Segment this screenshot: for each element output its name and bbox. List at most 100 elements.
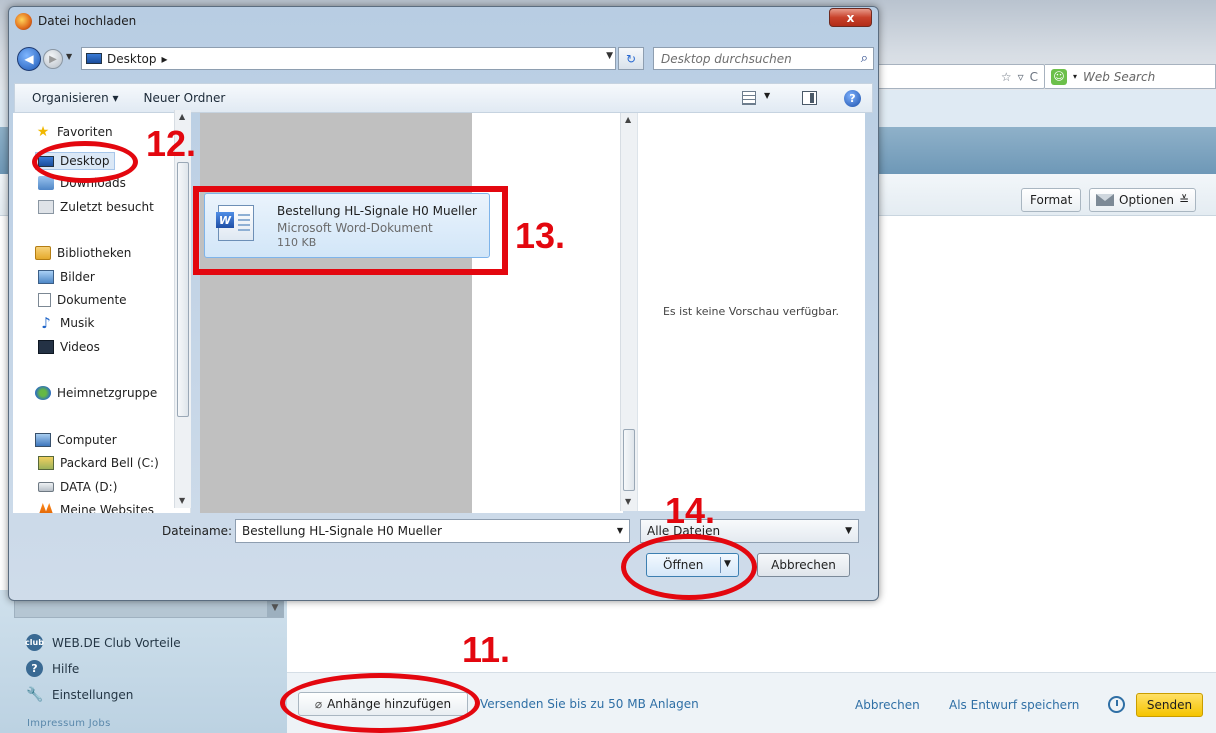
view-options-icon[interactable] bbox=[742, 91, 756, 105]
close-button[interactable]: x bbox=[829, 8, 872, 27]
sidebar-item-label: Einstellungen bbox=[52, 688, 134, 702]
nav-label: Bibliotheken bbox=[57, 246, 132, 260]
search-placeholder: Desktop durchsuchen bbox=[661, 51, 792, 66]
web-search-bar[interactable]: ☺ ▾ Web Search bbox=[1045, 64, 1216, 89]
music-icon: ♪ bbox=[41, 314, 51, 332]
scroll-thumb[interactable] bbox=[623, 429, 635, 491]
chevron-down-icon[interactable]: ▼ bbox=[267, 599, 283, 617]
url-bar[interactable]: ☆ ▿ C bbox=[873, 64, 1045, 89]
dropdown-arrow-icon[interactable]: ▿ bbox=[1018, 70, 1024, 84]
websites-icon bbox=[38, 503, 54, 513]
filename-value: Bestellung HL-Signale H0 Mueller bbox=[242, 524, 442, 538]
nav-label: Bilder bbox=[60, 270, 95, 284]
sidebar-footer-links[interactable]: Impressum Jobs bbox=[27, 718, 111, 729]
paperclip-icon: ⌀ bbox=[314, 697, 323, 711]
attachment-limit-link[interactable]: Versenden Sie bis zu 50 MB Anlagen bbox=[480, 697, 699, 711]
bookmark-star-icon[interactable]: ☆ bbox=[1001, 70, 1012, 84]
nav-documents[interactable]: Dokumente bbox=[38, 293, 127, 307]
chevron-down-icon[interactable]: ▼ bbox=[764, 91, 770, 100]
sidebar-item-label: Hilfe bbox=[52, 661, 80, 676]
chevron-down-icon[interactable]: ▼ bbox=[845, 526, 852, 536]
nav-websites[interactable]: Meine Websites bbox=[38, 503, 154, 513]
history-dropdown-icon[interactable]: ▼ bbox=[66, 52, 72, 61]
nav-downloads[interactable]: Downloads bbox=[38, 176, 126, 190]
downloads-icon bbox=[38, 176, 54, 190]
address-desktop[interactable]: Desktop bbox=[107, 52, 157, 66]
drive-icon bbox=[38, 456, 54, 470]
help-icon[interactable]: ? bbox=[844, 90, 861, 107]
nav-favorites[interactable]: ★ Favoriten bbox=[35, 125, 113, 139]
sidebar-item-club[interactable]: club WEB.DE Club Vorteile bbox=[25, 634, 181, 651]
navigation-pane: ★ Favoriten Desktop Downloads Zuletzt bes… bbox=[13, 113, 191, 513]
split-divider bbox=[720, 557, 721, 573]
nav-videos[interactable]: Videos bbox=[38, 340, 100, 354]
save-draft-link[interactable]: Als Entwurf speichern bbox=[949, 698, 1079, 712]
preview-pane-icon[interactable] bbox=[802, 91, 817, 105]
nav-libraries[interactable]: Bibliotheken bbox=[35, 246, 131, 260]
filename-input[interactable]: Bestellung HL-Signale H0 Mueller ▼ bbox=[235, 519, 630, 543]
add-attachment-button[interactable]: ⌀ Anhänge hinzufügen bbox=[298, 692, 468, 716]
cancel-link[interactable]: Abbrechen bbox=[855, 698, 920, 712]
breadcrumb-arrow-icon[interactable]: ▸ bbox=[162, 52, 168, 66]
scroll-up-icon[interactable]: ▲ bbox=[625, 115, 631, 124]
dropdown-arrow-icon[interactable]: ▾ bbox=[1073, 72, 1077, 81]
sidebar-select[interactable]: ▼ bbox=[14, 598, 284, 618]
recent-places-icon bbox=[38, 200, 54, 214]
clock-icon[interactable] bbox=[1108, 696, 1125, 713]
optionen-button[interactable]: Optionen ≚ bbox=[1089, 188, 1197, 212]
organize-button[interactable]: Organisieren ▾ bbox=[32, 91, 119, 105]
search-engine-icon[interactable]: ☺ bbox=[1051, 68, 1067, 85]
chevron-down-icon[interactable]: ▼ bbox=[606, 51, 613, 61]
refresh-button[interactable]: ↻ bbox=[618, 47, 644, 70]
nav-label: Zuletzt besucht bbox=[60, 200, 154, 214]
star-icon: ★ bbox=[36, 124, 50, 140]
reload-icon[interactable]: C bbox=[1030, 70, 1038, 84]
nav-computer[interactable]: Computer bbox=[35, 433, 117, 447]
dialog-toolbar: Organisieren ▾ Neuer Ordner ▼ ? bbox=[14, 83, 873, 113]
videos-icon bbox=[38, 340, 54, 354]
nav-scrollbar[interactable]: ▲ ▼ bbox=[174, 110, 191, 508]
file-list-column bbox=[200, 113, 472, 513]
nav-recent[interactable]: Zuletzt besucht bbox=[38, 200, 154, 214]
file-item[interactable]: W Bestellung HL-Signale H0 Mueller Micro… bbox=[204, 193, 490, 258]
scroll-down-icon[interactable]: ▼ bbox=[625, 497, 631, 506]
computer-icon bbox=[35, 433, 51, 447]
sidebar-item-help[interactable]: ? Hilfe bbox=[26, 660, 79, 677]
folder-search-input[interactable]: Desktop durchsuchen ⌕ bbox=[653, 47, 874, 70]
back-button[interactable]: ◀ bbox=[17, 47, 41, 71]
nav-label: Musik bbox=[60, 316, 95, 330]
nav-label: Favoriten bbox=[57, 125, 113, 139]
desktop-icon bbox=[86, 53, 102, 64]
nav-label: Desktop bbox=[60, 154, 110, 168]
scroll-up-icon[interactable]: ▲ bbox=[179, 112, 185, 121]
file-name: Bestellung HL-Signale H0 Mueller bbox=[277, 204, 477, 218]
nav-desktop[interactable]: Desktop bbox=[35, 152, 115, 170]
nav-label: DATA (D:) bbox=[60, 480, 118, 494]
chevron-down-icon: ≚ bbox=[1179, 193, 1190, 207]
file-scrollbar[interactable]: ▲ ▼ bbox=[620, 113, 637, 511]
chevron-down-icon[interactable]: ▼ bbox=[724, 559, 731, 569]
search-icon[interactable]: ⌕ bbox=[861, 51, 868, 66]
file-size: 110 KB bbox=[277, 236, 317, 249]
club-icon: club bbox=[25, 634, 44, 651]
nav-drive-d[interactable]: DATA (D:) bbox=[38, 480, 117, 494]
nav-label: Meine Websites bbox=[60, 503, 154, 513]
open-button[interactable]: Öffnen ▼ bbox=[646, 553, 739, 577]
nav-pictures[interactable]: Bilder bbox=[38, 270, 95, 284]
new-folder-button[interactable]: Neuer Ordner bbox=[144, 91, 226, 105]
forward-button[interactable]: ▶ bbox=[43, 49, 63, 69]
send-button[interactable]: Senden bbox=[1136, 693, 1203, 717]
sidebar-item-settings[interactable]: 🔧 Einstellungen bbox=[26, 687, 133, 703]
format-button[interactable]: Format bbox=[1021, 188, 1082, 212]
nav-homegroup[interactable]: Heimnetzgruppe bbox=[35, 386, 157, 400]
file-type: Microsoft Word-Dokument bbox=[277, 221, 433, 235]
homegroup-icon bbox=[35, 386, 51, 400]
nav-drive-c[interactable]: Packard Bell (C:) bbox=[38, 456, 159, 470]
scroll-down-icon[interactable]: ▼ bbox=[179, 496, 185, 505]
scroll-thumb[interactable] bbox=[177, 162, 189, 417]
dialog-cancel-button[interactable]: Abbrechen bbox=[757, 553, 850, 577]
dialog-titlebar[interactable]: Datei hochladen x bbox=[9, 7, 878, 35]
address-bar[interactable]: Desktop ▸ ▼ bbox=[81, 47, 616, 70]
nav-music[interactable]: ♪ Musik bbox=[38, 314, 95, 332]
chevron-down-icon[interactable]: ▼ bbox=[617, 526, 623, 535]
